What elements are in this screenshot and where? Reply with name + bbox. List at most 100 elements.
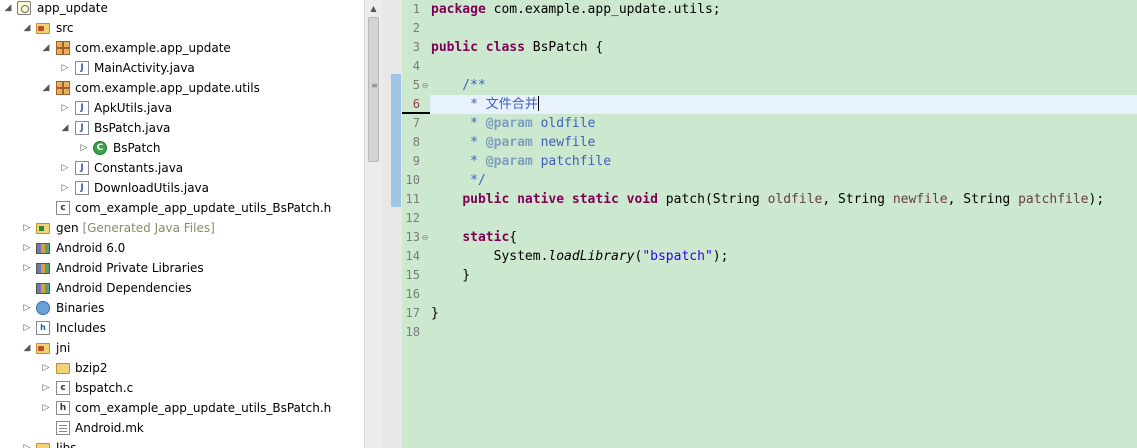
fold-collapse-icon[interactable]: ⊖ [421, 228, 429, 247]
text-caret [537, 96, 539, 111]
keyword: static [462, 230, 510, 245]
java-file-icon: J [75, 101, 89, 115]
code-line[interactable]: System.loadLibrary("bspatch"); [430, 247, 1137, 266]
keyword: class [485, 40, 525, 55]
chevron-right-icon[interactable]: ▷ [59, 158, 71, 178]
chevron-right-icon[interactable]: ▷ [59, 58, 71, 78]
chevron-down-icon[interactable]: ◢ [40, 78, 52, 98]
tree-item-label: MainActivity.java [94, 61, 195, 75]
binaries-icon [36, 301, 50, 315]
tree-item-gen[interactable]: ▷ gen [Generated Java Files] [0, 218, 364, 238]
chevron-right-icon[interactable]: ▷ [40, 358, 52, 378]
tree-item-bspatch-class[interactable]: ▷ C BsPatch [0, 138, 364, 158]
chevron-right-icon[interactable]: ▷ [21, 218, 33, 238]
code-line[interactable]: * @param patchfile [430, 152, 1137, 171]
chevron-down-icon[interactable]: ◢ [59, 118, 71, 138]
code-line-current[interactable]: * 文件合并 [430, 95, 1137, 114]
tree-item-mainactivity[interactable]: ▷ J MainActivity.java [0, 58, 364, 78]
tree-item-android-dependencies[interactable]: Android Dependencies [0, 278, 364, 298]
library-icon [36, 243, 50, 254]
parameter-name: oldfile [767, 192, 823, 207]
chevron-right-icon[interactable]: ▷ [40, 398, 52, 418]
comment-text: * [431, 116, 486, 131]
tree-item-binaries[interactable]: ▷ Binaries [0, 298, 364, 318]
tree-item-label: DownloadUtils.java [94, 181, 210, 195]
java-file-icon: J [75, 181, 89, 195]
tree-item-label: src [56, 21, 74, 35]
folder-icon [36, 443, 50, 448]
explorer-scrollbar[interactable]: ▲ ≡ [364, 0, 382, 448]
chevron-right-icon[interactable]: ▷ [21, 318, 33, 338]
code-text: { [509, 230, 518, 245]
chevron-right-icon[interactable]: ▷ [21, 298, 33, 318]
code-line[interactable]: static{ [430, 228, 1137, 247]
tree-item-bspatch-java[interactable]: ◢ J BsPatch.java [0, 118, 364, 138]
code-line[interactable]: } [430, 304, 1137, 323]
tree-item-android-6[interactable]: ▷ Android 6.0 [0, 238, 364, 258]
chevron-right-icon[interactable]: ▷ [21, 438, 33, 448]
chevron-right-icon[interactable]: ▷ [59, 178, 71, 198]
code-area[interactable]: package com.example.app_update.utils; pu… [430, 0, 1137, 448]
tree-item-label: com.example.app_update.utils [75, 81, 260, 95]
chevron-right-icon[interactable]: ▷ [59, 98, 71, 118]
line-number: 4 [412, 59, 420, 73]
scrollbar-thumb[interactable]: ≡ [368, 17, 379, 162]
line-number: 1 [412, 2, 420, 16]
line-number: 13 [405, 230, 420, 244]
tree-item-bspatch-c[interactable]: ▷ c bspatch.c [0, 378, 364, 398]
scroll-up-arrow-icon[interactable]: ▲ [365, 0, 382, 17]
static-method-name: loadLibrary [548, 249, 635, 264]
code-text: , String [822, 192, 893, 207]
chevron-down-icon[interactable]: ◢ [2, 0, 14, 18]
java-file-icon: J [75, 61, 89, 75]
tree-item-src[interactable]: ◢ src [0, 18, 364, 38]
code-line[interactable]: /** [430, 76, 1137, 95]
tree-item-jni-header[interactable]: ▷ h com_example_app_update_utils_BsPatch… [0, 398, 364, 418]
fold-collapse-icon[interactable]: ⊖ [421, 76, 429, 95]
chevron-right-icon[interactable]: ▷ [40, 378, 52, 398]
tree-item-android-mk[interactable]: Android.mk [0, 418, 364, 438]
tree-item-label: libs [56, 441, 77, 448]
code-line[interactable]: } [430, 266, 1137, 285]
code-line[interactable]: public class BsPatch { [430, 38, 1137, 57]
java-file-icon: J [75, 121, 89, 135]
chevron-right-icon[interactable]: ▷ [78, 138, 90, 158]
tree-item-label: com_example_app_update_utils_BsPatch.h [75, 401, 332, 415]
code-line[interactable]: package com.example.app_update.utils; [430, 0, 1137, 19]
tree-item-package-utils[interactable]: ◢ com.example.app_update.utils [0, 78, 364, 98]
tree-item-label: jni [56, 341, 71, 355]
c-header-icon: h [56, 401, 70, 415]
chevron-down-icon[interactable]: ◢ [40, 38, 52, 58]
code-line[interactable]: * @param oldfile [430, 114, 1137, 133]
tree-item-app-update[interactable]: ◢ app_update [0, 0, 364, 18]
tree-item-decoration: [Generated Java Files] [82, 221, 215, 235]
code-line[interactable]: * @param newfile [430, 133, 1137, 152]
tree-item-bzip2[interactable]: ▷ bzip2 [0, 358, 364, 378]
tree-item-includes[interactable]: ▷ h Includes [0, 318, 364, 338]
tree-item-libs[interactable]: ▷ libs [0, 438, 364, 448]
tree-item-jni[interactable]: ◢ jni [0, 338, 364, 358]
comment-text: * [431, 154, 486, 169]
tree-item-label: Binaries [56, 301, 105, 315]
tree-item-android-private-libraries[interactable]: ▷ Android Private Libraries [0, 258, 364, 278]
tree-item-label: ApkUtils.java [94, 101, 173, 115]
chevron-right-icon[interactable]: ▷ [21, 238, 33, 258]
tree-item-bspatch-header[interactable]: c com_example_app_update_utils_BsPatch.h [0, 198, 364, 218]
code-line[interactable]: public native static void patch(String o… [430, 190, 1137, 209]
comment-text: * [431, 135, 486, 150]
package-icon [56, 41, 70, 55]
code-editor[interactable]: 1 2 3 4 5 6 7 8 9 10 11 12 13 14 15 16 1… [382, 0, 1137, 448]
code-line[interactable]: */ [430, 171, 1137, 190]
tree-item-constants[interactable]: ▷ J Constants.java [0, 158, 364, 178]
c-file-icon: c [56, 381, 70, 395]
tree-item-label: Android Dependencies [56, 281, 192, 295]
chevron-right-icon[interactable]: ▷ [21, 258, 33, 278]
tree-item-apkutils[interactable]: ▷ J ApkUtils.java [0, 98, 364, 118]
editor-ruler[interactable] [382, 0, 402, 448]
chevron-down-icon[interactable]: ◢ [21, 338, 33, 358]
tree-item-label: gen [Generated Java Files] [56, 218, 215, 238]
tree-item-package-app-update[interactable]: ◢ com.example.app_update [0, 38, 364, 58]
tree-item-downloadutils[interactable]: ▷ J DownloadUtils.java [0, 178, 364, 198]
chevron-down-icon[interactable]: ◢ [21, 18, 33, 38]
tree-item-label: Android Private Libraries [56, 261, 204, 275]
